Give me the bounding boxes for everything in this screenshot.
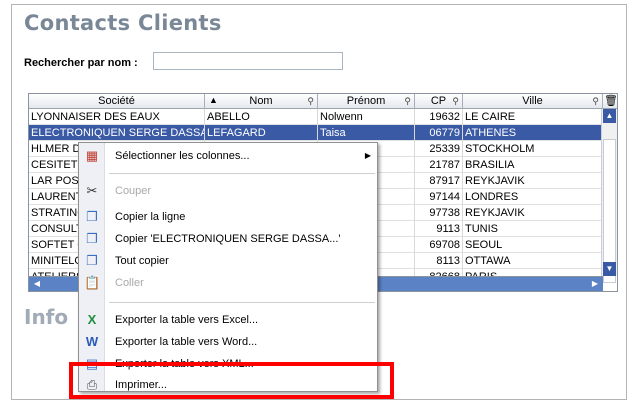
cell-ville[interactable]: TUNIS [463,221,603,237]
scroll-down-icon[interactable]: ▼ [603,262,616,276]
table-row[interactable]: LYONNAISER DES EAUX ABELLO Nolwenn 19632 LE … [29,109,603,125]
cell-ville[interactable]: ATHENES [463,125,603,141]
menu-item-scissors: ✂ Couper [79,180,377,202]
menu-item-columns[interactable]: ▦ Sélectionner les colonnes... ▶ [79,145,377,167]
scroll-right-icon[interactable]: ▶ [588,278,602,290]
cell-cp[interactable]: 25339 [415,141,463,157]
cell-cp[interactable]: 69708 [415,237,463,253]
menu-item-label: Couper [115,185,152,197]
menu-item-copy[interactable]: ❐ Tout copier [79,250,377,272]
delete-column-icon[interactable]: 🗑 [603,94,617,109]
copy-icon: ❐ [86,231,98,246]
menu-item-label: Exporter la table vers Word... [115,336,258,348]
excel-icon: X [87,312,97,327]
cell-cp[interactable]: 9113 [415,221,463,237]
page-title: Contacts Clients [24,11,222,35]
table-row[interactable]: ELECTRONIQUEN SERGE DASSAULTLEFAGARDTais… [29,125,603,141]
menu-item-label: Tout copier [115,255,169,267]
menu-item-word[interactable]: W Exporter la table vers Word... [79,331,377,353]
menu-separator [109,302,375,303]
column-header-cp[interactable]: CP ⚲ [415,94,463,109]
cell-cp[interactable]: 87917 [415,173,463,189]
cell-ville[interactable]: LE CAIRE [463,109,603,125]
cell-prenom[interactable]: Nolwenn [318,109,415,125]
cell-ville[interactable]: SEOUL [463,237,603,253]
cell-ville[interactable]: BRASILIA [463,157,603,173]
cell-ville[interactable]: REYKJAVIK [463,173,603,189]
copy-icon: ❐ [86,209,98,224]
menu-item-label: Exporter la table vers Excel... [115,314,259,326]
filter-icon[interactable]: ⚲ [452,94,459,109]
highlight-box [69,362,394,399]
column-header-societe[interactable]: Société [29,94,205,109]
scroll-left-icon[interactable]: ◀ [30,278,44,290]
menu-item-excel[interactable]: X Exporter la table vers Excel... [79,309,377,331]
info-heading: Info [24,305,69,329]
cell-ville[interactable]: OTTAWA [463,253,603,269]
cell-ville[interactable]: STOCKHOLM [463,141,603,157]
scissors-icon: ✂ [86,183,98,198]
menu-item-copy[interactable]: ❐ Copier 'ELECTRONIQUEN SERGE DASSA...' [79,228,377,250]
cell-cp[interactable]: 8113 [415,253,463,269]
submenu-arrow-icon: ▶ [364,151,371,160]
search-label: Rechercher par nom : [24,57,138,69]
cell-ville[interactable]: REYKJAVIK [463,205,603,221]
filter-icon[interactable]: ⚲ [307,94,314,109]
menu-item-paste: 📋 Coller [79,272,377,294]
cell-nom[interactable]: ABELLO [205,109,318,125]
copy-icon: ❐ [86,253,98,268]
columns-icon: ▦ [85,148,99,163]
menu-item-label: Copier la ligne [115,211,186,223]
menu-item-label: Copier 'ELECTRONIQUEN SERGE DASSA...' [115,233,341,245]
search-input[interactable] [153,52,343,70]
sort-asc-icon: ▲ [209,95,218,105]
menu-item-label: Sélectionner les colonnes... [115,150,250,162]
column-header-nom[interactable]: ▲ Nom ⚲ [205,94,318,109]
context-menu: ▦ Sélectionner les colonnes... ▶ ✂ Couper ❐ Co… [78,142,378,392]
cell-prenom[interactable]: Taisa [318,125,415,141]
cell-cp[interactable]: 19632 [415,109,463,125]
filter-icon[interactable]: ⚲ [404,94,411,109]
menu-separator [109,173,375,174]
column-header-ville[interactable]: Ville ⚲ [463,94,603,109]
paste-icon: 📋 [84,275,101,290]
cell-cp[interactable]: 06779 [415,125,463,141]
vertical-scrollbar[interactable]: ▲ ▼ [601,109,617,283]
menu-item-copy[interactable]: ❐ Copier la ligne [79,206,377,228]
cell-cp[interactable]: 21787 [415,157,463,173]
cell-nom[interactable]: LEFAGARD [205,125,318,141]
cell-cp[interactable]: 97144 [415,189,463,205]
cell-societe[interactable]: ELECTRONIQUEN SERGE DASSAULT [29,125,205,141]
cell-ville[interactable]: LONDRES [463,189,603,205]
cell-cp[interactable]: 97738 [415,205,463,221]
table-header: Société ▲ Nom ⚲ Prénom ⚲ CP ⚲ Ville ⚲ 🗑 [29,94,617,109]
word-icon: W [85,334,99,349]
scroll-up-icon[interactable]: ▲ [603,109,616,123]
column-header-prenom[interactable]: Prénom ⚲ [318,94,415,109]
filter-icon[interactable]: ⚲ [592,94,599,109]
menu-item-label: Coller [115,277,144,289]
cell-societe[interactable]: LYONNAISER DES EAUX [29,109,205,125]
